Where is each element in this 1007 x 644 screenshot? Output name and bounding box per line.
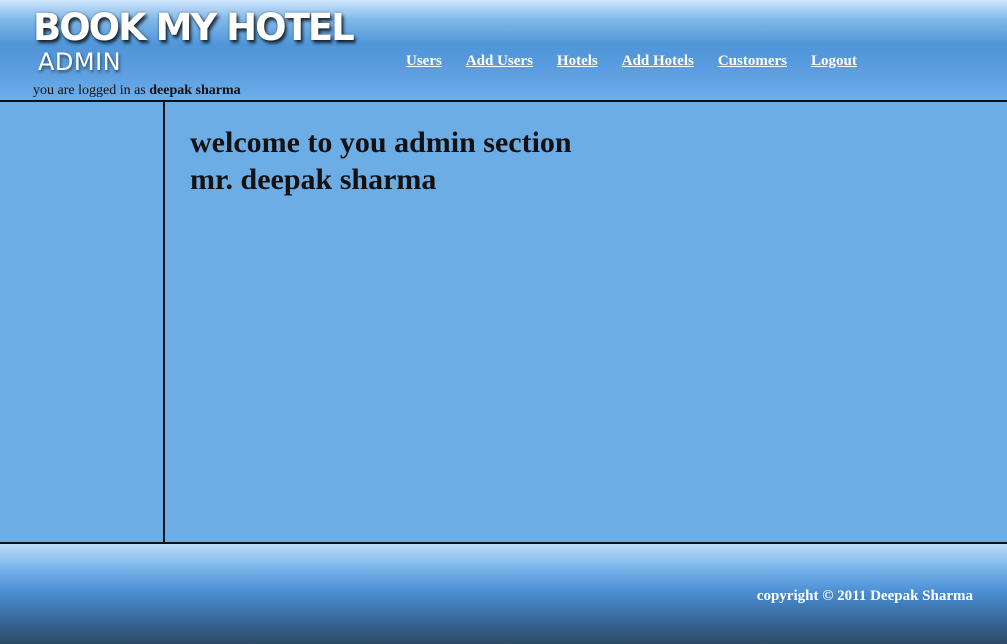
- logged-in-prefix: you are logged in as: [33, 83, 146, 98]
- logged-in-user: deepak sharma: [149, 83, 241, 98]
- logo-subtitle: ADMIN: [38, 48, 122, 76]
- nav-logout-link[interactable]: Logout: [811, 52, 857, 70]
- nav-add-hotels-link[interactable]: Add Hotels: [622, 52, 694, 70]
- welcome-line-2: mr. deepak sharma: [190, 163, 437, 196]
- footer: copyright © 2011 Deepak Sharma: [0, 542, 1007, 644]
- main-content: welcome to you admin section mr. deepak …: [165, 102, 1007, 542]
- logged-in-status: you are logged in as deepak sharma: [33, 82, 241, 100]
- main-nav: Users Add Users Hotels Add Hotels Custom…: [406, 52, 857, 70]
- nav-hotels-link[interactable]: Hotels: [557, 52, 598, 70]
- welcome-message: welcome to you admin section mr. deepak …: [190, 124, 572, 198]
- sidebar: [0, 102, 165, 542]
- admin-page: BOOK MY HOTEL ADMIN you are logged in as…: [0, 0, 1007, 644]
- nav-users-link[interactable]: Users: [406, 52, 442, 70]
- logo-title: BOOK MY HOTEL: [33, 6, 355, 49]
- welcome-line-1: welcome to you admin section: [190, 126, 572, 159]
- nav-add-users-link[interactable]: Add Users: [466, 52, 533, 70]
- nav-customers-link[interactable]: Customers: [718, 52, 787, 70]
- header: BOOK MY HOTEL ADMIN you are logged in as…: [0, 0, 1007, 102]
- copyright-text: copyright © 2011 Deepak Sharma: [756, 588, 973, 604]
